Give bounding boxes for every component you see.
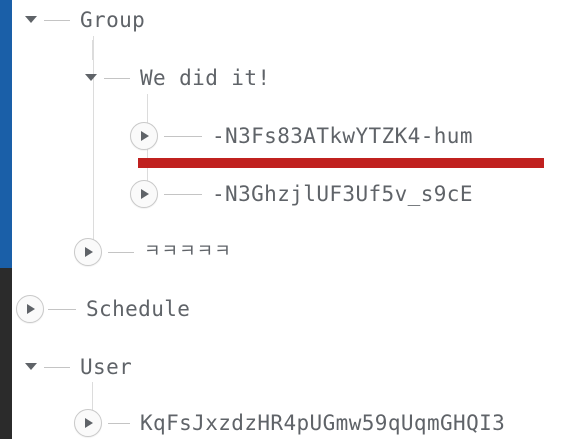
tree-connector <box>104 77 130 79</box>
tree-node-label: We did it! <box>140 66 271 90</box>
tree-connector <box>108 422 130 424</box>
tree-connector <box>164 193 202 195</box>
tree-node-kkkk[interactable]: ㅋㅋㅋㅋㅋ <box>74 235 232 269</box>
tree-node-label: Schedule <box>86 297 191 321</box>
tree-node-label: -N3GhzjlUF3Uf5v_s9cE <box>212 182 473 206</box>
tree-node-label: User <box>80 355 133 379</box>
tree-node-label: Group <box>80 8 146 32</box>
caret-down-icon[interactable] <box>24 360 38 374</box>
tree-node-we-did-it[interactable]: We did it! <box>84 61 270 95</box>
tree-node-user-key[interactable]: KqFsJxzdzHR4pUGmw59qUqmGHQI3 <box>74 406 505 440</box>
tree-connector <box>44 366 70 368</box>
tree-connector <box>108 251 134 253</box>
page-edge-dark <box>0 268 12 439</box>
tree-guide-line <box>92 40 93 60</box>
caret-down-icon[interactable] <box>24 13 38 27</box>
highlight-underline <box>138 158 544 168</box>
expand-toggle-icon[interactable] <box>16 295 44 323</box>
tree-node-label: ㅋㅋㅋㅋㅋ <box>144 241 232 262</box>
tree-node-child-1[interactable]: -N3Fs83ATkwYTZK4-hum <box>130 119 473 153</box>
tree-node-group[interactable]: Group <box>24 3 145 37</box>
tree-connector <box>44 19 70 21</box>
tree-connector <box>48 308 76 310</box>
page-edge-blue <box>0 0 12 268</box>
database-tree: Group We did it! -N3Fs83ATkwYTZK4-hum -N… <box>12 0 575 439</box>
tree-node-child-2[interactable]: -N3GhzjlUF3Uf5v_s9cE <box>130 177 473 211</box>
tree-node-user[interactable]: User <box>24 350 132 384</box>
tree-node-schedule[interactable]: Schedule <box>16 292 190 326</box>
tree-node-label: KqFsJxzdzHR4pUGmw59qUqmGHQI3 <box>140 411 506 435</box>
tree-connector <box>164 135 202 137</box>
expand-toggle-icon[interactable] <box>130 122 158 150</box>
caret-down-icon[interactable] <box>84 71 98 85</box>
expand-toggle-icon[interactable] <box>74 409 102 437</box>
expand-toggle-icon[interactable] <box>130 180 158 208</box>
tree-node-label: -N3Fs83ATkwYTZK4-hum <box>212 124 473 148</box>
expand-toggle-icon[interactable] <box>74 238 102 266</box>
